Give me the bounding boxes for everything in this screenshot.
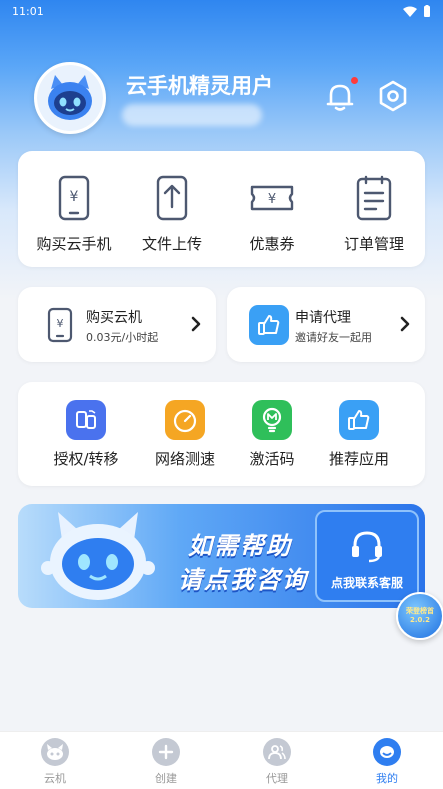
svg-text:¥: ¥ [268, 192, 276, 207]
nav-item-cloud-machine[interactable]: 云机 [15, 738, 95, 788]
headset-icon [352, 531, 382, 563]
username: 云手机精灵用户 [126, 74, 273, 98]
promo-title: 购买云机 [86, 310, 142, 326]
nav-item-create[interactable]: 创建 [126, 738, 206, 788]
status-bar: 11:01 [0, 0, 443, 22]
svg-text:¥: ¥ [70, 189, 79, 205]
robot-icon [41, 738, 69, 766]
contact-support-button[interactable]: 点我联系客服 [315, 510, 419, 602]
banner-subheadline: 请点我咨询 [178, 566, 308, 594]
promo-title: 申请代理 [295, 310, 351, 326]
notification-dot [351, 77, 358, 84]
speedometer-icon [165, 400, 205, 440]
status-time: 11:01 [12, 4, 44, 18]
robot-mascot-icon [41, 512, 155, 600]
quick-item-buy-cloud-phone[interactable]: ¥ 购买云手机 [24, 151, 124, 267]
battery-icon [424, 5, 430, 17]
user-id-redacted [122, 104, 262, 126]
tool-authorize-transfer[interactable]: 授权/转移 [36, 382, 136, 486]
phone-yuan-icon: ¥ [47, 307, 73, 343]
chevron-right-icon [400, 316, 410, 332]
badge-text: 荣登榜首 [406, 607, 434, 615]
upload-icon [156, 175, 188, 221]
plus-icon [152, 738, 180, 766]
wifi-icon [403, 6, 417, 17]
help-banner[interactable]: 如需帮助 请点我咨询 点我联系客服 [18, 504, 425, 608]
floating-promo-badge[interactable]: 荣登榜首 2.0.2 [396, 592, 443, 640]
robot-avatar-icon [37, 65, 103, 131]
bottom-navigation: 云机 创建 代理 我的 [0, 731, 443, 789]
thumbs-up-icon [249, 305, 289, 345]
phone-yuan-icon: ¥ [58, 175, 90, 221]
activation-bulb-icon [252, 400, 292, 440]
svg-text:¥: ¥ [57, 317, 64, 330]
my-icon [373, 738, 401, 766]
chevron-right-icon [191, 316, 201, 332]
banner-headline: 如需帮助 [188, 532, 292, 560]
quick-actions-card: ¥ 购买云手机 文件上传 ¥ 优惠券 订单管理 [18, 151, 425, 267]
tool-network-speed-test[interactable]: 网络测速 [135, 382, 235, 486]
tools-card: 授权/转移 网络测速 激活码 推荐应用 [18, 382, 425, 486]
settings-hexagon-icon[interactable] [376, 79, 410, 113]
tool-activation-code[interactable]: 激活码 [222, 382, 322, 486]
quick-item-file-upload[interactable]: 文件上传 [122, 151, 222, 267]
promo-subtitle: 0.03元/小时起 [86, 331, 159, 344]
nav-item-agent[interactable]: 代理 [237, 738, 317, 788]
badge-version: 2.0.2 [410, 616, 430, 624]
promo-subtitle: 邀请好友一起用 [295, 331, 372, 344]
quick-item-coupons[interactable]: ¥ 优惠券 [222, 151, 322, 267]
nav-item-mine[interactable]: 我的 [347, 738, 427, 788]
avatar[interactable] [34, 62, 106, 134]
agent-icon [263, 738, 291, 766]
tool-recommended-apps[interactable]: 推荐应用 [309, 382, 409, 486]
order-list-icon [356, 175, 392, 221]
thumbs-up-icon [339, 400, 379, 440]
authorize-transfer-icon [66, 400, 106, 440]
quick-item-order-management[interactable]: 订单管理 [324, 151, 424, 267]
promo-buy-cloud-machine[interactable]: ¥ 购买云机 0.03元/小时起 [18, 287, 216, 362]
promo-apply-agent[interactable]: 申请代理 邀请好友一起用 [227, 287, 425, 362]
coupon-icon: ¥ [250, 185, 294, 211]
